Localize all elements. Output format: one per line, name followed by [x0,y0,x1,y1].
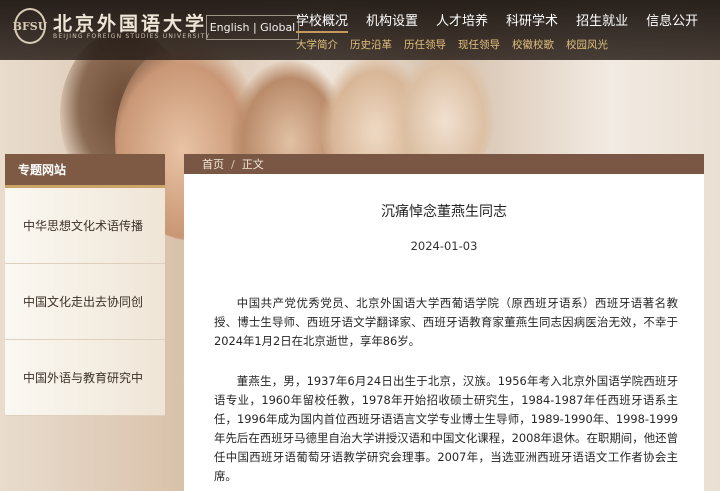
nav-item-public-info[interactable]: 信息公开 [646,10,698,29]
article-panel: 首页 / 正文 沉痛悼念董燕生同志 2024-01-03 中国共产党优秀党员、北… [184,154,704,491]
nav-item-research[interactable]: 科研学术 [506,10,558,29]
subnav-item-intro[interactable]: 大学简介 [296,37,338,52]
article-title: 沉痛悼念董燕生同志 [381,204,507,220]
subnav-item-emblem-anthem[interactable]: 校徽校歌 [512,37,554,52]
university-name[interactable]: 北京外国语大学 [53,9,207,36]
sidebar: 专题网站 中华思想文化术语传播 中国文化走出去协同创 中国外语与教育研究中 [5,154,165,416]
subnav-item-past-leaders[interactable]: 历任领导 [404,37,446,52]
breadcrumb-current: 正文 [241,158,264,171]
subnav-item-current-leaders[interactable]: 现任领导 [458,37,500,52]
sidebar-title: 专题网站 [5,154,165,188]
sub-nav: 大学简介 历史沿革 历任领导 现任领导 校徽校歌 校园风光 [296,37,620,52]
article-paragraph: 中国共产党优秀党员、北京外国语大学西葡语学院（原西班牙语系）西班牙语著名教授、博… [214,296,678,348]
article-date: 2024-01-03 [410,239,478,253]
breadcrumb-home[interactable]: 首页 [202,156,224,172]
sidebar-item-terminology[interactable]: 中华思想文化术语传播 [5,188,165,264]
subnav-item-campus[interactable]: 校园风光 [566,37,608,52]
sidebar-item-language-education-research[interactable]: 中国外语与教育研究中 [5,340,165,416]
language-switch[interactable]: English | Global [206,15,299,40]
nav-item-admissions[interactable]: 招生就业 [576,10,628,29]
sidebar-item-culture-going-global[interactable]: 中国文化走出去协同创 [5,264,165,340]
main-nav: 学校概况 机构设置 人才培养 科研学术 招生就业 信息公开 [296,10,716,33]
nav-item-education[interactable]: 人才培养 [436,10,488,29]
subnav-item-history[interactable]: 历史沿革 [350,37,392,52]
article-paragraph: 董燕生，男，1937年6月24日出生于北京，汉族。1956年考入北京外国语学院西… [214,374,678,483]
breadcrumb-separator: / [231,157,235,171]
breadcrumb: 首页 / 正文 [184,154,704,174]
university-logo-icon[interactable]: BFSU [13,8,47,44]
nav-item-organization[interactable]: 机构设置 [366,10,418,29]
university-name-en: BEIJING FOREIGN STUDIES UNIVERSITY [53,33,211,40]
nav-item-about[interactable]: 学校概况 [296,10,349,33]
site-header: BFSU 北京外国语大学 BEIJING FOREIGN STUDIES UNI… [0,0,720,60]
